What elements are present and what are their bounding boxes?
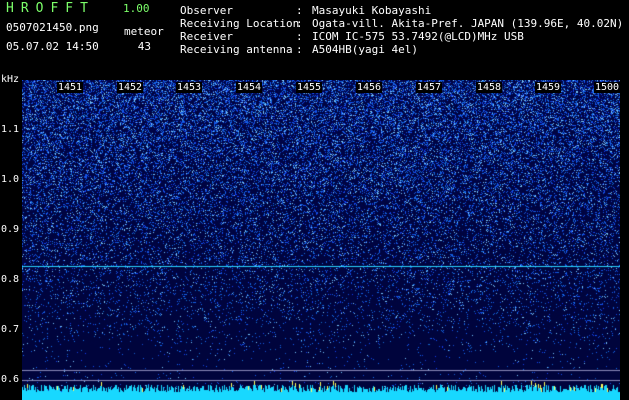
info-row-observer: Observer: Masayuki Kobayashi [180,4,432,17]
app-version: 1.00 [123,2,150,15]
y-axis-label: 0.8 [1,274,20,285]
time-tick: 1457 [416,82,443,93]
time-tick: 1453 [176,82,203,93]
time-tick: 1454 [236,82,263,93]
info-row-location: Receiving Location: Ogata-vill. Akita-Pre… [180,17,624,30]
y-axis-label: 0.7 [1,324,20,335]
header-panel: HROFFT 1.00 0507021450.png meteor 05.07.… [0,0,629,80]
spectrogram-canvas [22,80,620,400]
info-row-antenna: Receiving antenna: A504HB(yagi 4el) [180,43,418,56]
time-tick: 1451 [57,82,84,93]
y-axis-label: 1.1 [1,124,20,135]
y-axis-label: 0.9 [1,224,20,235]
file-name: 0507021450.png [6,21,99,34]
info-row-receiver: Receiver: ICOM IC-575 53.7492(@LCD)MHz US… [180,30,524,43]
y-axis-label: 0.6 [1,374,20,385]
app-title: HROFFT [6,1,95,16]
time-tick: 1452 [117,82,144,93]
time-tick: 1455 [296,82,323,93]
time-tick: 1458 [476,82,503,93]
time-tick: 1456 [356,82,383,93]
meteor-label: meteor [124,25,164,38]
meteor-count: 43 [137,40,151,53]
date-time: 05.07.02 14:50 [6,40,99,53]
y-axis-label: 1.0 [1,174,20,185]
station-info: Observer: Masayuki Kobayashi Receiving Lo… [180,4,623,56]
frequency-unit-label: kHz [1,74,20,85]
spectrogram[interactable] [22,80,620,400]
time-tick: 1459 [535,82,562,93]
time-tick: 1500 [594,82,621,93]
